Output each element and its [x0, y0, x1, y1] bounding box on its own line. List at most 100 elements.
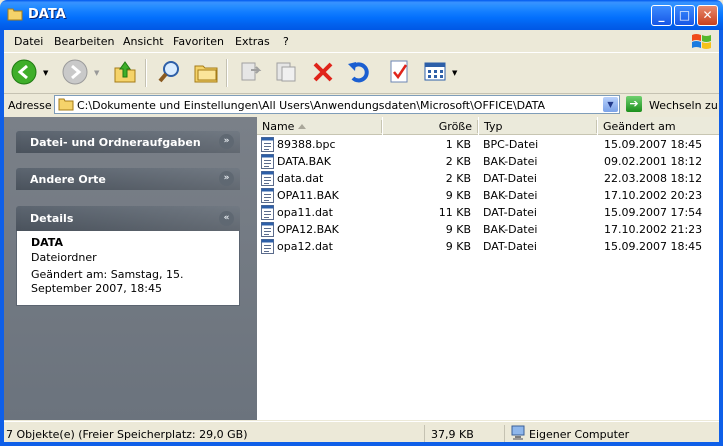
- group-other-places[interactable]: Andere Orte »: [16, 168, 240, 190]
- group-details[interactable]: Details «: [16, 206, 240, 231]
- file-type: DAT-Datei: [483, 172, 537, 185]
- file-name: 89388.bpc: [277, 138, 336, 151]
- menu-help[interactable]: ?: [283, 35, 289, 48]
- chevron-down-icon[interactable]: »: [219, 134, 234, 149]
- file-type: DAT-Datei: [483, 240, 537, 253]
- menu-extras[interactable]: Extras: [235, 35, 270, 48]
- table-row[interactable]: OPA11.BAK 9 KB BAK-Datei 17.10.2002 20:23: [257, 187, 719, 204]
- column-type[interactable]: Typ: [479, 117, 597, 135]
- forward-icon[interactable]: [61, 58, 89, 86]
- go-button[interactable]: Wechseln zu: [649, 99, 718, 112]
- column-label: Geändert am: [603, 120, 676, 133]
- file-list: Name Größe Typ Geändert am 89388.bpc 1 KB…: [257, 117, 719, 420]
- details-type: Dateiordner: [31, 251, 97, 264]
- table-row[interactable]: OPA12.BAK 9 KB BAK-Datei 17.10.2002 21:23: [257, 221, 719, 238]
- file-icon: [261, 222, 274, 237]
- group-label: Datei- und Ordneraufgaben: [30, 136, 201, 149]
- window-title: DATA: [28, 7, 66, 22]
- address-path: C:\Dokumente und Einstellungen\All Users…: [77, 99, 546, 112]
- move-to-icon[interactable]: [237, 58, 265, 86]
- folder-icon: [7, 8, 23, 21]
- file-type: BAK-Datei: [483, 155, 538, 168]
- file-name: DATA.BAK: [277, 155, 331, 168]
- folder-icon: [58, 98, 74, 111]
- file-type: BAK-Datei: [483, 189, 538, 202]
- group-label: Andere Orte: [30, 173, 106, 186]
- file-name: OPA11.BAK: [277, 189, 339, 202]
- file-icon: [261, 171, 274, 186]
- views-dropdown-icon[interactable]: ▼: [452, 69, 457, 77]
- properties-icon[interactable]: [385, 58, 413, 86]
- column-label: Typ: [484, 120, 503, 133]
- file-changed: 15.09.2007 17:54: [604, 206, 703, 219]
- details-body: DATA Dateiordner Geändert am: Samstag, 1…: [16, 231, 240, 306]
- status-objects: 7 Objekte(e) (Freier Speicherplatz: 29,0…: [6, 428, 248, 441]
- file-size: 9 KB: [445, 240, 471, 253]
- file-type: DAT-Datei: [483, 206, 537, 219]
- table-row[interactable]: 89388.bpc 1 KB BPC-Datei 15.09.2007 18:45: [257, 136, 719, 153]
- table-row[interactable]: opa12.dat 9 KB DAT-Datei 15.09.2007 18:45: [257, 238, 719, 255]
- file-type: BPC-Datei: [483, 138, 539, 151]
- menu-favoriten[interactable]: Favoriten: [173, 35, 224, 48]
- file-size: 1 KB: [445, 138, 471, 151]
- table-row[interactable]: opa11.dat 11 KB DAT-Datei 15.09.2007 17:54: [257, 204, 719, 221]
- menu-bearbeiten[interactable]: Bearbeiten: [54, 35, 114, 48]
- file-icon: [261, 137, 274, 152]
- task-pane: Datei- und Ordneraufgaben » Andere Orte …: [4, 117, 257, 420]
- forward-dropdown-icon[interactable]: ▼: [94, 69, 99, 77]
- file-size: 11 KB: [438, 206, 471, 219]
- column-size[interactable]: Größe: [383, 117, 478, 135]
- window-frame-right: [719, 30, 723, 446]
- group-file-folder-tasks[interactable]: Datei- und Ordneraufgaben »: [16, 131, 240, 153]
- title-bar[interactable]: DATA _ □ ✕: [0, 0, 723, 30]
- menu-bar: Datei Bearbeiten Ansicht Favoriten Extra…: [4, 30, 719, 53]
- file-changed: 15.09.2007 18:45: [604, 138, 703, 151]
- file-size: 2 KB: [445, 172, 471, 185]
- column-changed[interactable]: Geändert am: [598, 117, 719, 135]
- undo-icon[interactable]: [345, 58, 373, 86]
- column-name[interactable]: Name: [257, 117, 382, 135]
- back-icon[interactable]: [10, 58, 38, 86]
- minimize-button[interactable]: _: [651, 5, 672, 26]
- file-name: opa11.dat: [277, 206, 333, 219]
- toolbar: ▼ ▼ ▼: [4, 53, 719, 94]
- maximize-button[interactable]: □: [674, 5, 695, 26]
- folders-icon[interactable]: [192, 58, 220, 86]
- sort-ascending-icon: [298, 124, 306, 129]
- status-bar: 7 Objekte(e) (Freier Speicherplatz: 29,0…: [4, 421, 719, 444]
- toolbar-separator: [226, 59, 228, 87]
- details-changed: Geändert am: Samstag, 15. September 2007…: [31, 268, 184, 295]
- file-icon: [261, 188, 274, 203]
- file-size: 9 KB: [445, 189, 471, 202]
- computer-icon: [511, 425, 525, 440]
- chevron-up-icon[interactable]: «: [219, 211, 234, 226]
- file-name: data.dat: [277, 172, 324, 185]
- address-dropdown-button[interactable]: ▼: [603, 97, 618, 112]
- chevron-down-icon[interactable]: »: [219, 171, 234, 186]
- file-changed: 22.03.2008 18:12: [604, 172, 703, 185]
- window-frame-bottom: [0, 442, 723, 446]
- table-row[interactable]: DATA.BAK 2 KB BAK-Datei 09.02.2001 18:12: [257, 153, 719, 170]
- copy-to-icon[interactable]: [272, 58, 300, 86]
- address-input[interactable]: C:\Dokumente und Einstellungen\All Users…: [54, 95, 620, 114]
- file-changed: 09.02.2001 18:12: [604, 155, 703, 168]
- windows-logo-icon: [692, 34, 711, 49]
- delete-icon[interactable]: [309, 58, 337, 86]
- table-row[interactable]: data.dat 2 KB DAT-Datei 22.03.2008 18:12: [257, 170, 719, 187]
- details-name: DATA: [31, 236, 63, 249]
- back-dropdown-icon[interactable]: ▼: [43, 69, 48, 77]
- status-size: 37,9 KB: [431, 428, 474, 441]
- close-button[interactable]: ✕: [697, 5, 718, 26]
- search-icon[interactable]: [156, 58, 184, 86]
- menu-datei[interactable]: Datei: [14, 35, 43, 48]
- views-icon[interactable]: [421, 58, 449, 86]
- file-icon: [261, 154, 274, 169]
- menu-ansicht[interactable]: Ansicht: [123, 35, 164, 48]
- up-folder-icon[interactable]: [111, 58, 139, 86]
- file-icon: [261, 239, 274, 254]
- go-arrow-icon[interactable]: ➔: [626, 96, 642, 112]
- file-icon: [261, 205, 274, 220]
- status-divider: [504, 425, 505, 442]
- toolbar-separator: [145, 59, 147, 87]
- file-changed: 17.10.2002 21:23: [604, 223, 703, 236]
